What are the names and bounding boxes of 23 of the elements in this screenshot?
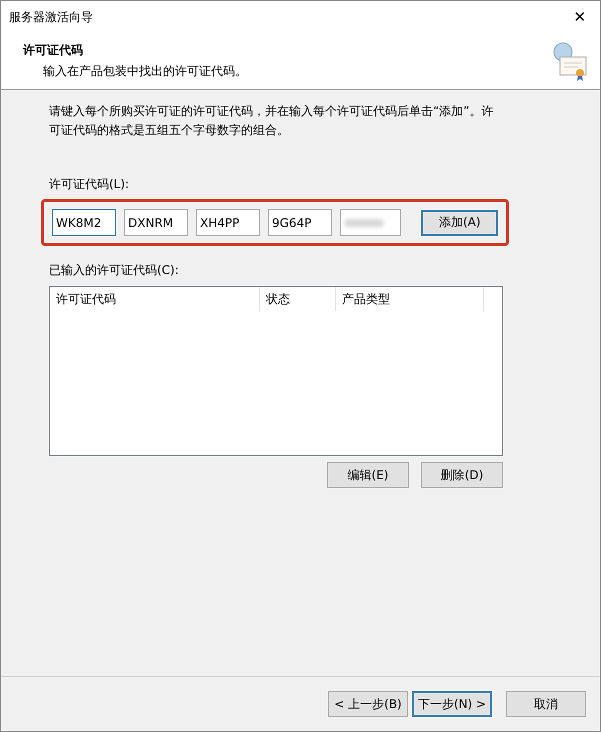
key-field[interactable]: XH4PP — [196, 209, 260, 236]
field-label: 许可证代码(L): — [49, 176, 130, 193]
certificate-icon — [552, 41, 588, 81]
key-field[interactable]: DXNRM — [124, 209, 188, 236]
wizard-button[interactable]: 下一步(N) > — [412, 691, 492, 717]
wizard-button[interactable]: < 上一步(B) — [328, 691, 408, 717]
list-action-button[interactable]: 编辑(E) — [327, 462, 409, 488]
list-action-button[interactable]: 删除(D) — [421, 462, 503, 488]
wizard-button[interactable]: 取消 — [506, 691, 586, 717]
close-button[interactable]: ✕ — [560, 1, 600, 33]
list-label: 已输入的许可证代码(C): — [49, 262, 179, 279]
column-header[interactable]: 产品类型 — [336, 287, 484, 311]
key-field[interactable] — [340, 209, 402, 236]
page-subtitle: 输入在产品包装中找出的许可证代码。 — [42, 63, 247, 80]
add-button[interactable]: 添加(A) — [421, 210, 498, 236]
column-header[interactable]: 状态 — [260, 287, 336, 311]
license-list[interactable]: 许可证代码 状态 产品类型 — [49, 286, 503, 456]
key-field[interactable]: 9G64P — [268, 209, 332, 236]
page-title: 许可证代码 — [23, 42, 84, 59]
instruction-text: 请键入每个所购买许可证的许可证代码，并在输入每个许可证代码后单击“添加”。许可证代码的格式是五组五个字母数字的组合。 — [49, 103, 494, 139]
column-header[interactable]: 许可证代码 — [50, 287, 260, 311]
key-field[interactable]: WK8M2 — [52, 209, 116, 236]
window-title: 服务器激活向导 — [9, 8, 93, 26]
